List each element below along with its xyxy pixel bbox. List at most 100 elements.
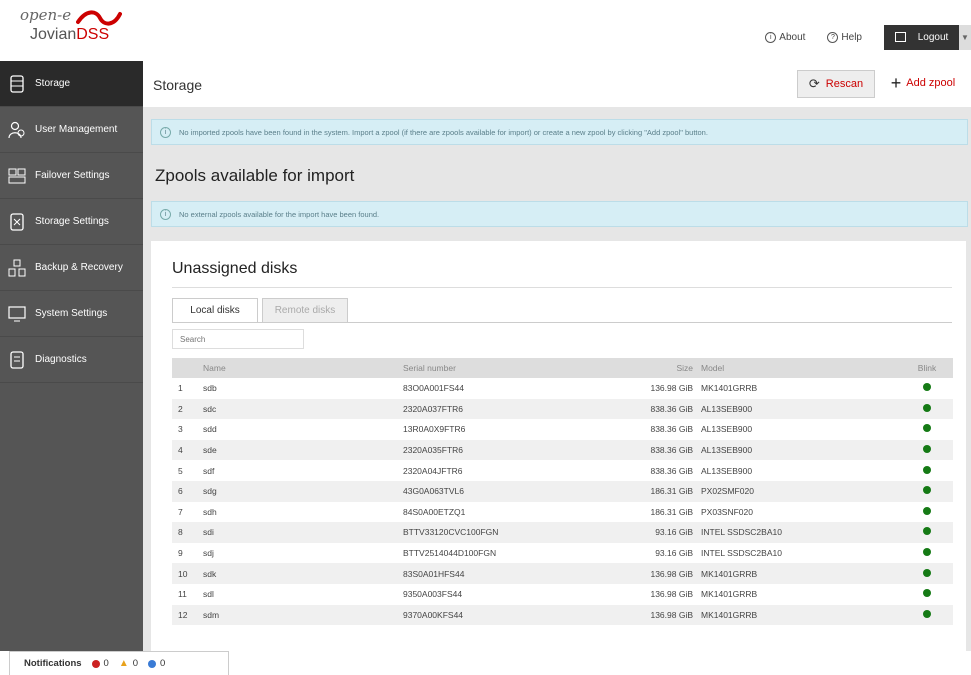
sidebar: Storage User Management Failover Setting… [0,61,143,651]
chevron-down-icon[interactable]: ▼ [959,24,971,50]
serial-number: 9350A003FS44 [403,589,463,600]
sidebar-item-user-management[interactable]: User Management [0,107,143,153]
blink-cell [901,584,953,605]
blink-cell [901,481,953,502]
row-number: 7 [178,506,183,517]
blink-indicator-icon[interactable] [923,589,931,598]
disk-model: AL13SEB900 [701,465,753,476]
blink-cell [901,399,953,420]
sidebar-item-system-settings[interactable]: System Settings [0,291,143,337]
tab-local-disks[interactable]: Local disks [172,298,258,323]
warning-icon: ▲ [118,658,129,669]
blink-indicator-icon[interactable] [923,486,931,495]
table-row[interactable]: 10 sdk 83S0A01HFS44 136.98 GiB MK1401GRRB [172,563,953,584]
error-icon [91,659,100,668]
column-header-size[interactable]: Size [583,358,701,378]
column-header-serial[interactable]: Serial number [403,358,583,378]
sidebar-item-label: User Management [35,124,118,135]
disk-model: INTEL SSDSC2BA10 [701,548,782,559]
disk-name: sdj [203,548,214,559]
blink-indicator-icon[interactable] [923,445,931,454]
error-count-value: 0 [103,658,109,669]
disk-model: MK1401GRRB [701,568,758,579]
add-zpool-button[interactable]: + Add zpool [879,70,967,96]
blink-cell [901,605,953,626]
column-header-name[interactable]: Name [203,358,403,378]
sidebar-item-backup-recovery[interactable]: Backup & Recovery [0,245,143,291]
blink-indicator-icon[interactable] [923,465,931,474]
blink-cell [901,419,953,440]
blink-indicator-icon[interactable] [923,548,931,557]
warning-count-value: 0 [132,658,139,669]
logout-icon [894,32,906,42]
logo-product: JovianDSS [30,26,110,43]
sidebar-item-label: Backup & Recovery [35,262,123,273]
blink-indicator-icon[interactable] [923,527,931,536]
sidebar-item-failover-settings[interactable]: Failover Settings [0,153,143,199]
table-row[interactable]: 9 sdj BTTV2514044D100FGN 93.16 GiB INTEL SSD… [172,543,953,564]
logout-button[interactable]: Logout [884,24,959,50]
logo-brand: open-e [20,6,72,24]
blink-indicator-icon[interactable] [923,609,931,618]
sidebar-item-diagnostics[interactable]: Diagnostics [0,337,143,383]
sidebar-item-storage[interactable]: Storage [0,61,143,107]
table-row[interactable]: 11 sdl 9350A003FS44 136.98 GiB MK1401GRRB [172,584,953,605]
table-row[interactable]: 1 sdb 83O0A001FS44 136.98 GiB MK1401GRRB [172,378,953,399]
column-header-model[interactable]: Model [701,358,901,378]
system-settings-icon [8,305,26,321]
search-input[interactable] [172,329,304,349]
section-title-import: Zpools available for import [155,166,355,185]
rescan-button[interactable]: ⟳ Rescan [797,70,875,98]
table-row[interactable]: 7 sdh 84S0A00ETZQ1 186.31 GiB PX03SNF020 [172,502,953,523]
disk-model: AL13SEB900 [701,424,753,435]
blink-cell [901,543,953,564]
table-row[interactable]: 2 sdc 2320A037FTR6 838.36 GiB AL13SEB900 [172,398,953,420]
info-count-value: 0 [160,658,166,669]
disk-size: 136.98 GiB [650,609,693,620]
row-number: 3 [178,424,183,435]
sidebar-item-label: System Settings [35,308,108,319]
row-number: 6 [178,486,183,497]
blink-indicator-icon[interactable] [923,506,931,515]
blink-indicator-icon[interactable] [923,568,931,577]
table-row[interactable]: 6 sdg 43G0A063TVL6 186.31 GiB PX02SMF020 [172,480,953,502]
notifications-bar: Notifications 0 ▲ 0 0 [0,651,971,675]
disk-size: 136.98 GiB [650,383,693,394]
table-row[interactable]: 12 sdm 9370A00KFS44 136.98 GiB MK1401GRRB [172,604,953,626]
error-count[interactable]: 0 [91,658,109,669]
disk-model: INTEL SSDSC2BA10 [701,527,782,538]
blink-indicator-icon[interactable] [923,383,931,392]
disk-model: AL13SEB900 [701,403,753,414]
table-row[interactable]: 3 sdd 13R0A0X9FTR6 838.36 GiB AL13SEB900 [172,419,953,440]
info-text: No external zpools available for the imp… [179,209,380,219]
serial-number: 83S0A01HFS44 [403,568,465,579]
warning-count[interactable]: ▲ 0 [119,658,138,669]
notifications-panel[interactable]: Notifications 0 ▲ 0 0 [9,651,229,675]
row-number: 12 [178,609,188,620]
blink-indicator-icon[interactable] [923,403,931,412]
table-row[interactable]: 8 sdi BTTV33120CVC100FGN 93.16 GiB INTEL SSD… [172,522,953,543]
column-header-blink[interactable]: Blink [901,358,953,378]
add-zpool-label: Add zpool [906,77,956,89]
info-count[interactable]: 0 [148,658,165,669]
refresh-icon: ⟳ [808,76,820,91]
serial-number: 9370A00KFS44 [403,609,464,620]
disk-model: PX02SMF020 [701,486,754,497]
help-link[interactable]: ? Help [827,31,862,43]
logo[interactable]: open-e JovianDSS [18,6,128,50]
blink-indicator-icon[interactable] [923,424,931,433]
tab-remote-disks[interactable]: Remote disks [262,298,348,323]
row-number: 5 [178,465,183,476]
disk-name: sdm [203,609,220,620]
table-row[interactable]: 5 sdf 2320A04JFTR6 838.36 GiB AL13SEB900 [172,460,953,481]
serial-number: BTTV33120CVC100FGN [403,527,499,538]
about-link[interactable]: i About [765,31,805,43]
table-row[interactable]: 4 sde 2320A035FTR6 838.36 GiB AL13SEB900 [172,439,953,461]
info-no-external-zpools: i No external zpools available for the i… [151,201,968,227]
top-header: open-e JovianDSS i About ? Help Logout ▼ [0,0,971,57]
main-content: Storage ⟳ Rescan + Add zpool i No import… [143,61,971,651]
sidebar-item-label: Storage Settings [35,216,109,227]
question-icon: ? [827,31,839,43]
row-number: 4 [178,445,183,456]
sidebar-item-storage-settings[interactable]: Storage Settings [0,199,143,245]
